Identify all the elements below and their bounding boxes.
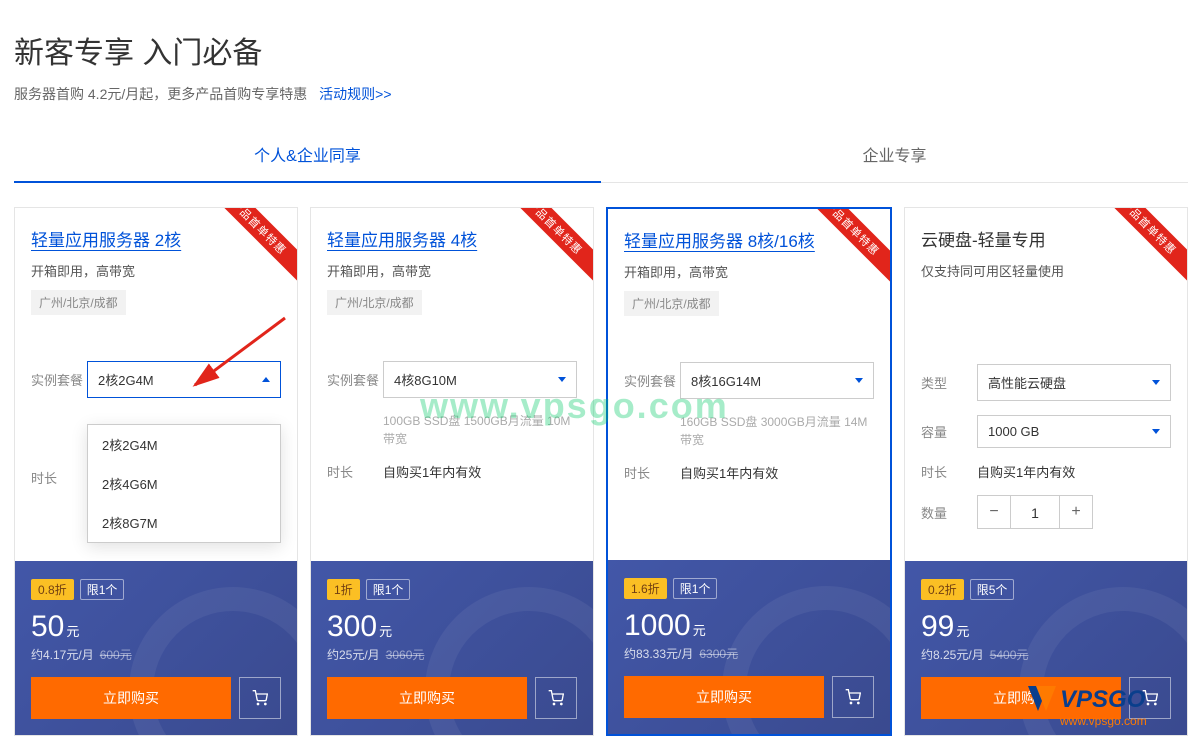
product-card-8core: 产品首单特惠 轻量应用服务器 8核/16核 开箱即用，高带宽 广州/北京/成都 … [606,207,892,736]
page-title: 新客专享 入门必备 [14,28,1188,72]
cart-icon [252,690,268,706]
original-price: 600元 [100,646,132,663]
card-title-link[interactable]: 轻量应用服务器 2核 [31,226,181,251]
add-cart-button[interactable] [1129,677,1171,719]
duration-label: 时长 [31,468,87,487]
card-title: 云硬盘-轻量专用 [921,226,1046,251]
rules-link[interactable]: 活动规则>> [319,86,391,102]
cart-icon [1142,690,1158,706]
package-dropdown: 2核2G4M 2核4G6M 2核8G7M [87,424,281,543]
caret-down-icon [1152,380,1160,385]
type-select[interactable]: 高性能云硬盘 [977,364,1171,401]
decrement-button[interactable]: − [977,495,1011,529]
quantity-label: 数量 [921,503,977,522]
caret-down-icon [855,378,863,383]
limit-badge: 限1个 [80,579,125,600]
discount-badge: 0.8折 [31,579,74,600]
page-subtitle: 服务器首购 4.2元/月起，更多产品首购专享特惠 活动规则>> [14,84,1188,104]
discount-badge: 1.6折 [624,578,667,599]
region-tag: 广州/北京/成都 [31,290,126,315]
cart-icon [845,689,861,705]
product-cards: www.vpsgo.com 产品首单特惠 轻量应用服务器 2核 开箱即用，高带宽… [0,183,1202,750]
caret-down-icon [1152,429,1160,434]
price-value: 99 [921,610,954,644]
add-cart-button[interactable] [239,677,281,719]
original-price: 3060元 [386,646,425,663]
per-month: 约8.25元/月 [921,646,984,663]
increment-button[interactable]: + [1059,495,1093,529]
caret-down-icon [558,377,566,382]
card-title-link[interactable]: 轻量应用服务器 8核/16核 [624,227,815,252]
limit-badge: 限1个 [673,578,718,599]
buy-button[interactable]: 立即购买 [624,676,824,718]
duration-label: 时长 [624,463,680,482]
per-month: 约83.33元/月 [624,645,693,662]
duration-label: 时长 [327,462,383,481]
card-desc: 开箱即用，高带宽 [624,262,874,281]
original-price: 6300元 [699,645,738,662]
capacity-select[interactable]: 1000 GB [977,415,1171,448]
capacity-label: 容量 [921,422,977,441]
add-cart-button[interactable] [535,677,577,719]
dropdown-option[interactable]: 2核8G7M [88,503,280,542]
spec-hint: 100GB SSD盘 1500GB月流量 10M带宽 [383,412,577,448]
region-tag: 广州/北京/成都 [327,290,422,315]
product-card-2core: 产品首单特惠 轻量应用服务器 2核 开箱即用，高带宽 广州/北京/成都 实例套餐… [14,207,298,736]
price-area: 1折 限1个 300 元 约25元/月 3060元 立即购买 [311,561,593,735]
limit-badge: 限5个 [970,579,1015,600]
quantity-value: 1 [1011,495,1059,529]
product-card-disk: 产品首单特惠 云硬盘-轻量专用 仅支持同可用区轻量使用 类型 高性能云硬盘 容量… [904,207,1188,736]
package-select[interactable]: 4核8G10M [383,361,577,398]
package-select[interactable]: 8核16G14M [680,362,874,399]
per-month: 约25元/月 [327,646,380,663]
cart-icon [548,690,564,706]
price-value: 300 [327,610,377,644]
package-label: 实例套餐 [31,370,87,389]
original-price: 5400元 [990,646,1029,663]
package-label: 实例套餐 [624,371,680,390]
price-area: 0.2折 限5个 99 元 约8.25元/月 5400元 立即购买 [905,561,1187,735]
card-title-link[interactable]: 轻量应用服务器 4核 [327,226,477,251]
buy-button[interactable]: 立即购买 [327,677,527,719]
duration-label: 时长 [921,462,977,481]
buy-button[interactable]: 立即购买 [31,677,231,719]
page-header: 新客专享 入门必备 服务器首购 4.2元/月起，更多产品首购专享特惠 活动规则>… [0,0,1202,112]
tab-enterprise-only[interactable]: 企业专享 [601,126,1188,182]
quantity-stepper: − 1 + [977,495,1093,529]
discount-badge: 1折 [327,579,360,600]
dropdown-option[interactable]: 2核4G6M [88,464,280,503]
price-value: 50 [31,610,64,644]
per-month: 约4.17元/月 [31,646,94,663]
tab-personal-enterprise[interactable]: 个人&企业同享 [14,126,601,182]
caret-up-icon [262,377,270,382]
dropdown-option[interactable]: 2核2G4M [88,425,280,464]
limit-badge: 限1个 [366,579,411,600]
card-desc: 开箱即用，高带宽 [327,261,577,280]
tab-bar: 个人&企业同享 企业专享 [14,126,1188,183]
region-tag: 广州/北京/成都 [624,291,719,316]
price-value: 1000 [624,609,691,643]
package-select[interactable]: 2核2G4M [87,361,281,398]
promo-ribbon: 产品首单特惠 [203,208,297,283]
add-cart-button[interactable] [832,676,874,718]
card-desc: 仅支持同可用区轻量使用 [921,261,1171,280]
buy-button[interactable]: 立即购买 [921,677,1121,719]
price-area: 0.8折 限1个 50 元 约4.17元/月 600元 立即购买 [15,561,297,735]
type-label: 类型 [921,373,977,392]
spec-hint: 160GB SSD盘 3000GB月流量 14M带宽 [680,413,874,449]
discount-badge: 0.2折 [921,579,964,600]
product-card-4core: 产品首单特惠 轻量应用服务器 4核 开箱即用，高带宽 广州/北京/成都 实例套餐… [310,207,594,736]
package-label: 实例套餐 [327,370,383,389]
price-area: 1.6折 限1个 1000 元 约83.33元/月 6300元 立即购买 [608,560,890,734]
